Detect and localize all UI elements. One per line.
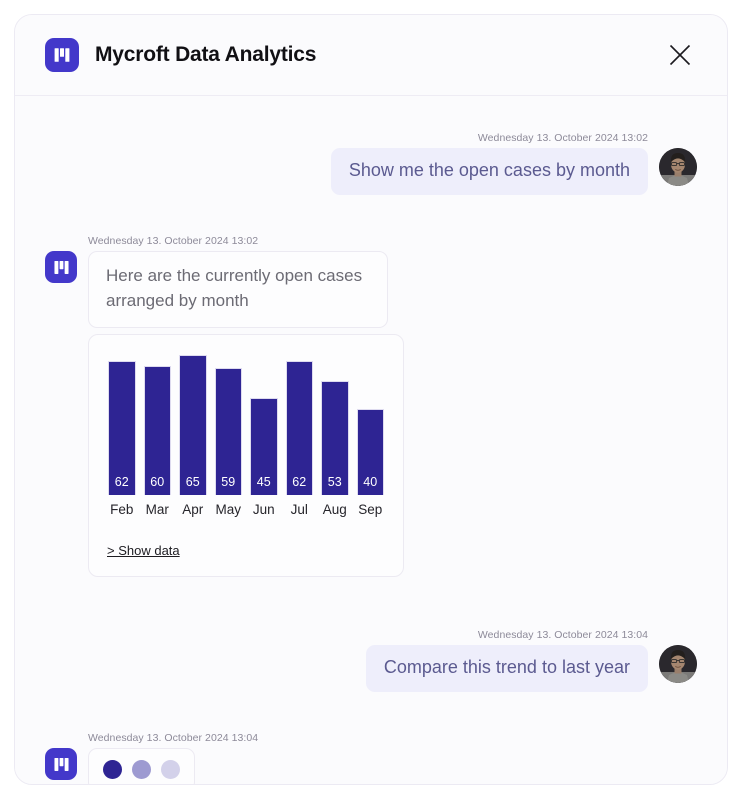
typing-indicator	[88, 748, 195, 784]
message-row-assistant-2: Wednesday 13. October 2024 13:04	[45, 732, 697, 784]
message-row-assistant-1: Wednesday 13. October 2024 13:02 Here ar…	[45, 235, 697, 577]
message-stack: Wednesday 13. October 2024 13:02 Here ar…	[88, 235, 404, 577]
bar-value-label: 59	[221, 475, 236, 490]
message-row-user-2: Wednesday 13. October 2024 13:04 Compare…	[45, 628, 697, 693]
typing-dot-3	[161, 760, 180, 780]
message-stack: Wednesday 13. October 2024 13:04	[88, 732, 258, 784]
bar-column: 60	[143, 365, 171, 495]
bar[interactable]: 62	[108, 360, 136, 495]
show-data-link[interactable]: > Show data	[107, 543, 180, 558]
bar-value-label: 53	[327, 475, 342, 490]
bar[interactable]: 40	[356, 408, 384, 495]
bar-column: 62	[108, 360, 136, 495]
chart-x-axis: Feb Mar Apr May Jun Jul Aug Sep	[107, 502, 385, 517]
typing-dot-2	[132, 760, 151, 780]
bar-value-label: 62	[114, 475, 129, 490]
bar-column: 65	[179, 354, 207, 495]
brand: Mycroft Data Analytics	[45, 38, 316, 72]
bar-chart: 62 60 65 59 45 62 53 40	[107, 354, 385, 495]
conversation-area[interactable]: Wednesday 13. October 2024 13:02 Show me…	[15, 96, 727, 784]
typing-dot-1	[103, 760, 122, 780]
x-axis-tick-label: Sep	[358, 501, 383, 517]
mycroft-logo-icon	[45, 38, 79, 72]
message-stack: Wednesday 13. October 2024 13:02 Show me…	[330, 132, 648, 196]
avatar	[659, 644, 697, 683]
x-axis-tick-label: Aug	[322, 501, 347, 517]
bar[interactable]: 45	[250, 397, 278, 495]
message-stack: Wednesday 13. October 2024 13:04 Compare…	[365, 628, 648, 693]
chart-card: 62 60 65 59 45 62 53 40 Feb Mar Apr May Jun Jul Aug Se…	[88, 333, 404, 577]
bar-value-label: 65	[185, 475, 200, 490]
app-root: Mycroft Data Analytics Wednesday 13. Oct…	[0, 0, 740, 805]
message-timestamp: Wednesday 13. October 2024 13:02	[477, 132, 648, 144]
message-timestamp: Wednesday 13. October 2024 13:04	[477, 628, 648, 641]
page-title: Mycroft Data Analytics	[95, 43, 317, 66]
x-axis-tick-label: Feb	[110, 501, 134, 517]
assistant-logo-icon	[45, 251, 77, 284]
bar[interactable]: 53	[321, 380, 349, 495]
close-icon[interactable]	[663, 38, 697, 72]
bar-value-label: 60	[150, 475, 165, 490]
avatar	[659, 148, 697, 186]
bar[interactable]: 59	[214, 367, 242, 495]
x-axis-tick-label: Mar	[145, 501, 169, 517]
bar-column: 59	[214, 367, 242, 495]
message-row-user-1: Wednesday 13. October 2024 13:02 Show me…	[45, 132, 697, 196]
user-message-bubble[interactable]: Compare this trend to last year	[365, 644, 648, 693]
x-axis-tick-label: Apr	[182, 501, 204, 517]
chat-window-card: Mycroft Data Analytics Wednesday 13. Oct…	[14, 14, 728, 785]
message-timestamp: Wednesday 13. October 2024 13:04	[88, 732, 259, 745]
message-timestamp: Wednesday 13. October 2024 13:02	[88, 235, 259, 248]
bar-value-label: 62	[292, 475, 307, 490]
user-message-bubble[interactable]: Show me the open cases by month	[330, 148, 648, 196]
bar[interactable]: 65	[179, 354, 207, 495]
bar-column: 40	[356, 408, 384, 495]
bar-value-label: 40	[363, 475, 378, 490]
bar-value-label: 45	[256, 475, 271, 490]
bar-column: 45	[250, 397, 278, 495]
bar[interactable]: 60	[143, 365, 171, 495]
bar[interactable]: 62	[285, 360, 313, 495]
bar-column: 53	[321, 380, 349, 495]
x-axis-tick-label: Jun	[252, 501, 275, 517]
x-axis-tick-label: May	[215, 501, 241, 517]
assistant-logo-icon	[45, 748, 77, 781]
x-axis-tick-label: Jul	[290, 501, 308, 517]
window-header: Mycroft Data Analytics	[15, 15, 727, 96]
bar-column: 62	[285, 360, 313, 495]
assistant-message-bubble: Here are the currently open cases arrang…	[88, 251, 388, 328]
